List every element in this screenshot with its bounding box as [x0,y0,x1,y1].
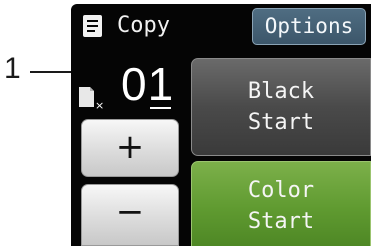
color-start-button[interactable]: Color Start [191,161,371,246]
callout-number: 1 [4,52,21,85]
black-start-line2: Start [247,110,315,135]
color-start-line1: Color [247,177,315,203]
black-start-line1: Black [247,79,315,104]
count-cursor [150,107,171,109]
copy-document-icon [82,14,104,38]
page-title: Copy [117,13,170,38]
increase-copies-button[interactable]: + [81,119,179,177]
paper-copies-icon: × [78,83,104,112]
touchscreen: Copy Options × 01 + − Black Start Color … [71,4,371,246]
svg-text:×: × [95,99,104,111]
header-bar: Copy Options [71,4,371,48]
copy-count: 01 [121,58,175,110]
options-button[interactable]: Options [252,8,366,45]
color-start-line2: Start [247,208,315,234]
black-start-button[interactable]: Black Start [191,58,371,156]
decrease-copies-button[interactable]: − [81,184,179,246]
